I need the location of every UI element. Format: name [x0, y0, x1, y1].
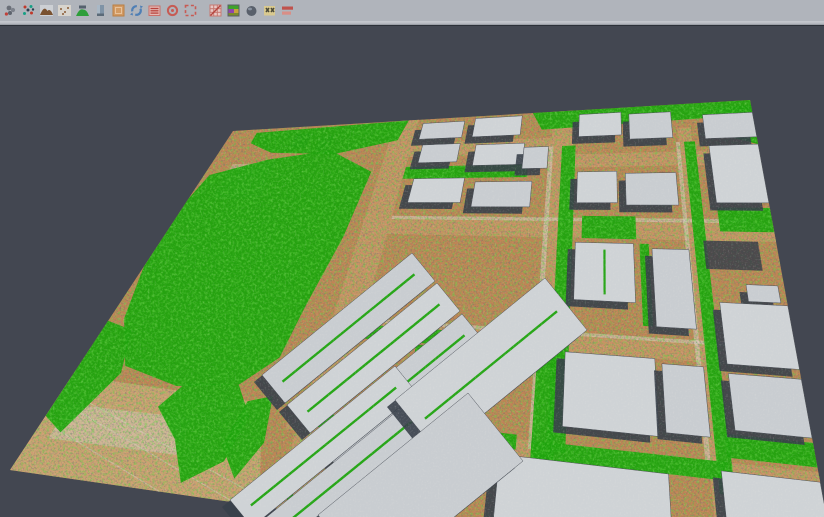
orthophoto-icon[interactable] [111, 3, 126, 18]
toolbar [0, 0, 824, 21]
selection-box-icon[interactable] [183, 3, 198, 18]
points-cluster-icon[interactable] [3, 3, 18, 18]
building-column-icon[interactable] [93, 3, 108, 18]
red-circle-tool-icon[interactable] [165, 3, 180, 18]
point-cloud-render[interactable] [0, 26, 824, 517]
classification-colors-icon[interactable] [226, 3, 241, 18]
markers-icon[interactable] [262, 3, 277, 18]
sparse-points-icon[interactable] [57, 3, 72, 18]
toolbar-separator [199, 3, 206, 18]
terrain-icon[interactable] [39, 3, 54, 18]
red-list-icon[interactable] [147, 3, 162, 18]
dark-sphere-icon[interactable] [244, 3, 259, 18]
measure-bars-icon[interactable] [280, 3, 295, 18]
refresh-view-icon[interactable] [129, 3, 144, 18]
classify-points-icon[interactable] [21, 3, 36, 18]
application-window [0, 0, 824, 517]
viewport-3d [0, 26, 824, 517]
vegetation-class-icon[interactable] [75, 3, 90, 18]
grid-overlay-icon[interactable] [208, 3, 223, 18]
